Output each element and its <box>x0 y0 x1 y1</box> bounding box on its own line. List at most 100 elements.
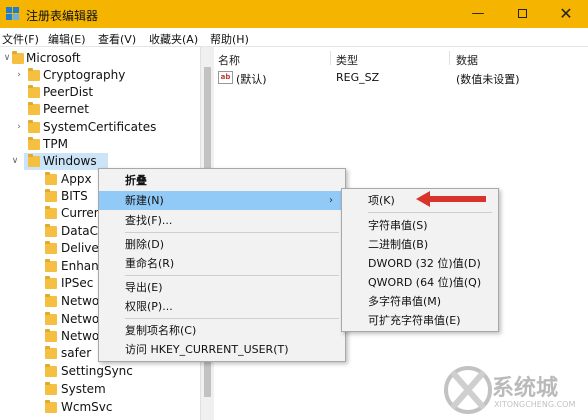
menu-item-rename[interactable]: 重命名(R) <box>99 254 345 273</box>
tree-item-label: Netwo <box>61 329 100 343</box>
watermark-text: 系统城 <box>492 376 559 401</box>
chevron-down-icon[interactable]: ∨ <box>10 153 20 170</box>
tree-item-systemcertificates[interactable]: › SystemCertificates <box>0 119 200 136</box>
folder-icon <box>45 312 57 325</box>
column-divider[interactable] <box>449 51 450 65</box>
submenu-item-string-value[interactable]: 字符串值(S) <box>342 216 498 235</box>
menu-item-label: 项(K) <box>368 194 395 207</box>
tree-item-cryptography[interactable]: › Cryptography <box>0 67 200 84</box>
menu-item-label: 折叠 <box>125 174 147 187</box>
folder-icon <box>28 137 40 150</box>
tree-item-label: Microsoft <box>26 51 81 65</box>
submenu-item-expandable-string-value[interactable]: 可扩充字符串值(E) <box>342 311 498 330</box>
tree-item-label: Appx <box>61 172 92 186</box>
submenu-item-dword-value[interactable]: DWORD (32 位)值(D) <box>342 254 498 273</box>
value-type: REG_SZ <box>336 71 380 84</box>
menu-bar: 文件(F) 编辑(E) 查看(V) 收藏夹(A) 帮助(H) <box>0 28 588 47</box>
chevron-right-icon[interactable]: › <box>14 67 24 84</box>
tree-item-label: Enhan <box>61 259 99 273</box>
menu-help[interactable]: 帮助(H) <box>210 31 249 47</box>
tree-item-peerdist[interactable]: PeerDist <box>0 84 200 101</box>
column-divider[interactable] <box>330 51 331 65</box>
menu-item-goto-hkcu[interactable]: 访问 HKEY_CURRENT_USER(T) <box>99 340 345 359</box>
menu-item-label: 复制项名称(C) <box>125 324 197 337</box>
column-header-name[interactable]: 名称 <box>218 52 240 68</box>
submenu-item-qword-value[interactable]: QWORD (64 位)值(Q) <box>342 273 498 292</box>
folder-icon <box>28 120 40 133</box>
folder-icon <box>28 85 40 98</box>
maximize-button[interactable] <box>502 0 542 28</box>
menu-item-label: 二进制值(B) <box>368 238 429 251</box>
tree-item-tpm[interactable]: TPM <box>0 136 200 153</box>
watermark-x-icon <box>444 366 492 414</box>
menu-item-label: 查找(F)... <box>125 214 173 227</box>
tree-item-label: Windows <box>43 154 97 168</box>
tree-item-label: Cryptography <box>43 68 126 82</box>
tree-item-label: PeerDist <box>43 85 94 99</box>
menu-item-label: 重命名(R) <box>125 257 175 270</box>
menu-view[interactable]: 查看(V) <box>98 31 136 47</box>
tree-item-label: Curren <box>61 206 102 220</box>
menu-item-collapse[interactable]: 折叠 <box>99 171 345 190</box>
folder-icon <box>45 329 57 342</box>
tree-item-wcmsvc[interactable]: WcmSvc <box>0 399 200 416</box>
menu-item-new[interactable]: 新建(N) › <box>99 191 345 210</box>
tree-item-label: SettingSync <box>61 364 133 378</box>
menu-item-find[interactable]: 查找(F)... <box>99 211 345 230</box>
menu-item-label: 多字符串值(M) <box>368 295 442 308</box>
tree-item-label: DataC <box>61 224 99 238</box>
tree-item-settingsync[interactable]: SettingSync <box>0 363 200 380</box>
column-header-data[interactable]: 数据 <box>456 52 478 68</box>
menu-favorites[interactable]: 收藏夹(A) <box>149 31 198 47</box>
tree-item-system[interactable]: System <box>0 381 200 398</box>
submenu-arrow-icon: › <box>329 195 333 206</box>
menu-item-label: 访问 HKEY_CURRENT_USER(T) <box>125 343 289 356</box>
watermark-logo: 系统城 XITONGCHENG.COM <box>440 360 588 420</box>
context-menu: 折叠 新建(N) › 查找(F)... 删除(D) 重命名(R) 导出(E) 权… <box>98 168 346 362</box>
tree-item-microsoft[interactable]: ∨ Microsoft <box>0 50 200 67</box>
menu-item-label: 导出(E) <box>125 281 163 294</box>
menu-item-label: 删除(D) <box>125 238 165 251</box>
tree-item-label: safer <box>61 346 92 360</box>
chevron-down-icon[interactable]: ∨ <box>2 50 12 67</box>
tree-item-label: WcmSvc <box>61 400 113 414</box>
close-button[interactable]: ✕ <box>546 0 586 28</box>
folder-icon <box>45 346 57 359</box>
menu-separator <box>125 275 339 276</box>
folder-icon <box>45 276 57 289</box>
folder-icon <box>45 364 57 377</box>
menu-edit[interactable]: 编辑(E) <box>48 31 86 47</box>
tree-item-peernet[interactable]: Peernet <box>0 101 200 118</box>
menu-separator <box>125 232 339 233</box>
folder-icon <box>45 172 57 185</box>
folder-icon <box>28 102 40 115</box>
menu-item-export[interactable]: 导出(E) <box>99 278 345 297</box>
maximize-icon <box>517 9 527 18</box>
folder-icon <box>45 206 57 219</box>
menu-item-copy-key-name[interactable]: 复制项名称(C) <box>99 321 345 340</box>
column-header-type[interactable]: 类型 <box>336 52 358 68</box>
submenu-item-multi-string-value[interactable]: 多字符串值(M) <box>342 292 498 311</box>
tree-item-label: Netwo <box>61 294 100 308</box>
title-bar: 注册表编辑器 — ✕ <box>0 0 588 28</box>
value-name[interactable]: (默认) <box>236 71 267 87</box>
tree-item-label: Netwo <box>61 312 100 326</box>
window-title: 注册表编辑器 <box>26 9 99 23</box>
string-value-icon: ab <box>218 71 233 84</box>
submenu-item-binary-value[interactable]: 二进制值(B) <box>342 235 498 254</box>
minimize-button[interactable]: — <box>458 0 498 28</box>
menu-item-delete[interactable]: 删除(D) <box>99 235 345 254</box>
tree-item-label: IPSec <box>61 276 94 290</box>
folder-icon <box>28 154 40 167</box>
regedit-app-icon <box>6 7 20 21</box>
folder-icon <box>12 51 24 64</box>
menu-item-label: 字符串值(S) <box>368 219 428 232</box>
chevron-right-icon[interactable]: › <box>14 119 24 136</box>
menu-item-label: 权限(P)... <box>125 300 173 313</box>
menu-file[interactable]: 文件(F) <box>2 31 39 47</box>
value-data: (数值未设置) <box>456 73 520 86</box>
red-arrow-annotation-icon <box>416 191 486 207</box>
folder-icon <box>45 224 57 237</box>
folder-icon <box>45 400 57 413</box>
menu-item-permissions[interactable]: 权限(P)... <box>99 297 345 316</box>
